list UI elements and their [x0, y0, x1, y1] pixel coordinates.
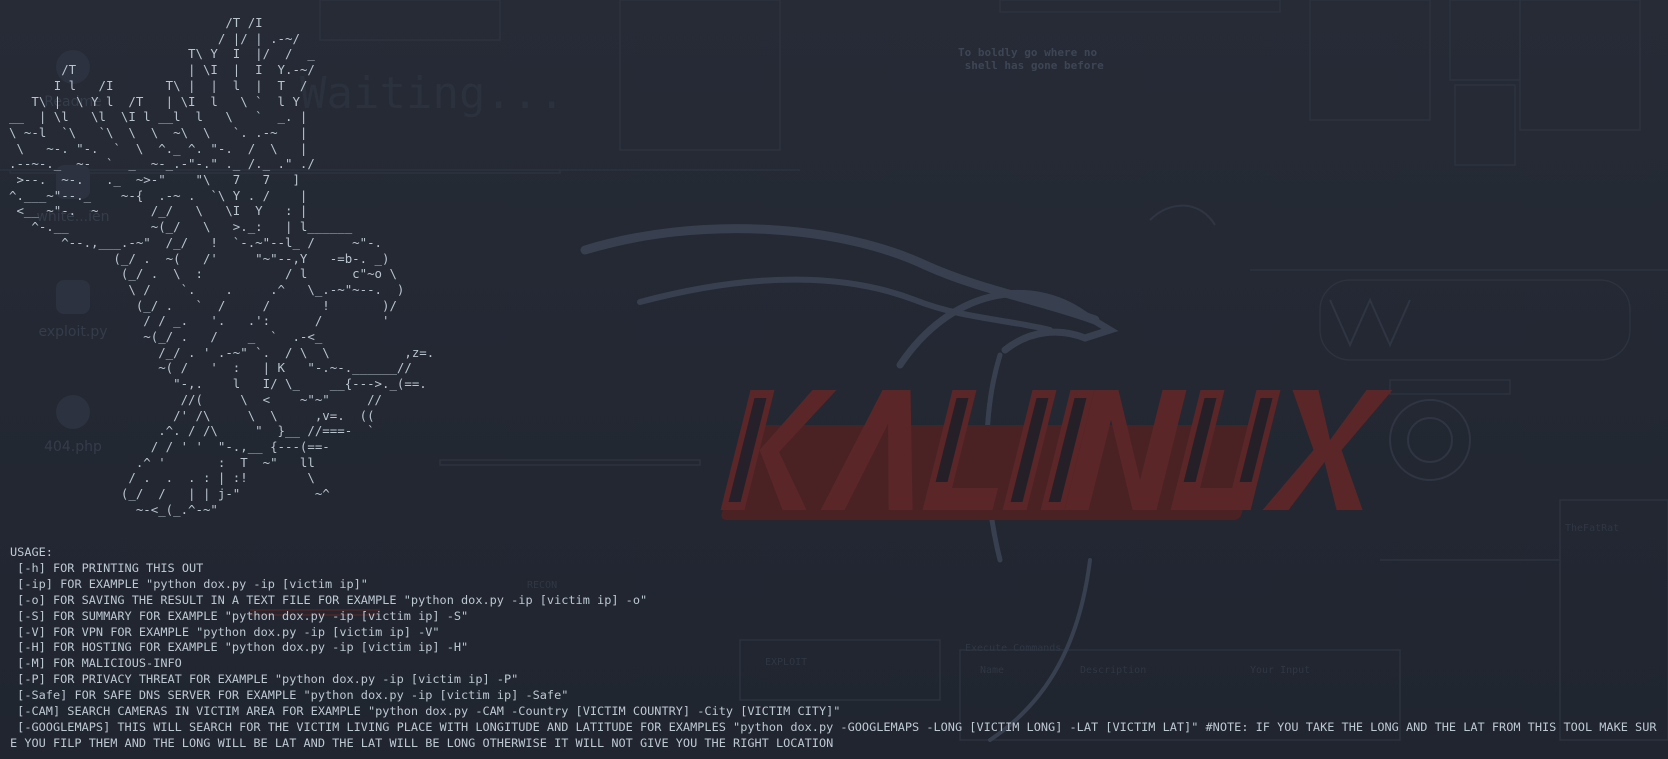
usage-line-privacy: [-P] FOR PRIVACY THREAT FOR EXAMPLE "pyt…: [10, 672, 519, 687]
usage-heading: USAGE:: [10, 545, 53, 559]
usage-line-googlemaps: [-GOOGLEMAPS] THIS WILL SEARCH FOR THE V…: [10, 719, 1657, 750]
usage-line-help: [-h] FOR PRINTING THIS OUT: [10, 560, 204, 575]
dragon-ascii-banner: /T /I / |/ | .-~/ T\ Y I |/ / _ /T | \I …: [9, 15, 435, 517]
usage-line-ip: [-ip] FOR EXAMPLE "python dox.py -ip [vi…: [10, 576, 368, 591]
usage-line-output-file: [-o] FOR SAVING THE RESULT IN A TEXT FIL…: [10, 592, 648, 607]
terminal-window[interactable]: /T /I / |/ | .-~/ T\ Y I |/ / _ /T | \I …: [0, 0, 1668, 759]
usage-output: USAGE: [-h] FOR PRINTING THIS OUT [-ip] …: [10, 545, 1662, 752]
usage-line-hosting: [-H] FOR HOSTING FOR EXAMPLE "python dox…: [10, 640, 469, 655]
usage-line-safe-dns: [-Safe] FOR SAFE DNS SERVER FOR EXAMPLE …: [10, 688, 569, 703]
usage-line-summary: [-S] FOR SUMMARY FOR EXAMPLE "python dox…: [10, 608, 469, 623]
usage-line-vpn: [-V] FOR VPN FOR EXAMPLE "python dox.py …: [10, 624, 440, 639]
usage-line-malicious: [-M] FOR MALICIOUS-INFO: [10, 656, 182, 671]
usage-line-cameras: [-CAM] SEARCH CAMERAS IN VICTIM AREA FOR…: [10, 704, 841, 719]
